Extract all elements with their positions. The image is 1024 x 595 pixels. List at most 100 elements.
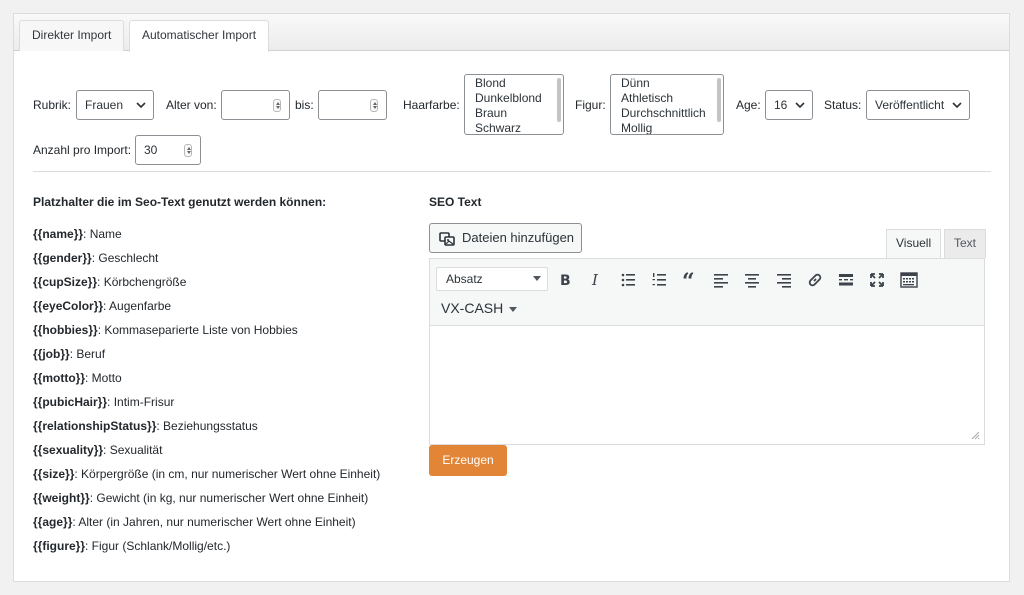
age-label: Age: [736,98,761,112]
import-panel: Direkter Import Automatischer Import Rub… [13,13,1010,582]
generate-button[interactable]: Erzeugen [429,445,507,476]
bis-input[interactable] [318,90,387,120]
rubrik-select[interactable]: Frauen [76,90,154,120]
placeholder-item: {{motto}}: Motto [33,371,122,385]
format-select[interactable]: Absatz [436,267,548,291]
resize-handle-icon[interactable] [971,431,980,440]
rubrik-value: Frauen [85,98,124,112]
placeholder-description: : Kommaseparierte Liste von Hobbies [97,323,298,337]
placeholder-description: : Geschlecht [91,251,159,265]
chevron-down-icon [136,102,146,109]
placeholder-description: : Augenfarbe [103,299,172,313]
add-media-label: Dateien hinzufügen [462,230,575,245]
add-media-button[interactable]: Dateien hinzufügen [429,223,582,253]
placeholder-key: {{figure}} [33,539,86,553]
placeholder-key: {{name}} [33,227,84,241]
rubrik-label: Rubrik: [33,98,72,112]
tab-visual[interactable]: Visuell [886,229,942,259]
tab-automatic-import[interactable]: Automatischer Import [129,20,270,52]
haarfarbe-option[interactable]: Braun [475,106,563,121]
anzahl-label: Anzahl pro Import: [33,143,132,157]
seo-title: SEO Text [429,195,482,209]
editor-toolbar: Absatz B I “ VX-CASH [430,259,984,326]
figur-option[interactable]: Mollig [621,121,723,134]
spinner-icon[interactable] [184,144,192,157]
blockquote-icon[interactable]: “ [680,270,700,290]
anzahl-input[interactable]: 30 [135,135,201,165]
figur-option[interactable]: Athletisch [621,91,723,106]
chevron-down-icon [952,102,962,109]
placeholder-description: : Motto [85,371,122,385]
alter-von-input[interactable] [221,90,290,120]
placeholder-description: : Figur (Schlank/Mollig/etc.) [85,539,231,553]
placeholder-key: {{size}} [33,467,75,481]
editor-content[interactable] [430,327,984,444]
align-center-icon[interactable] [742,270,762,290]
bis-label: bis: [295,98,314,112]
placeholder-key: {{relationshipStatus}} [33,419,157,433]
placeholder-item: {{name}}: Name [33,227,122,241]
tab-direct-import[interactable]: Direkter Import [19,20,125,51]
haarfarbe-option[interactable]: Blond [475,76,563,91]
placeholder-key: {{gender}} [33,251,92,265]
bold-icon[interactable]: B [555,270,575,290]
placeholder-key: {{weight}} [33,491,90,505]
seo-editor: Absatz B I “ VX-CASH [429,258,985,445]
svg-text:B: B [560,273,571,289]
scrollbar[interactable] [717,78,721,122]
placeholder-item: {{sexuality}}: Sexualität [33,443,162,457]
spinner-icon[interactable] [273,99,281,112]
vx-cash-menu[interactable]: VX-CASH [441,300,518,316]
age-select[interactable]: 16 [765,90,813,120]
scrollbar[interactable] [557,78,561,122]
tab-bar: Direkter Import Automatischer Import [14,14,1009,52]
age-value: 16 [774,98,788,112]
placeholder-item: {{job}}: Beruf [33,347,105,361]
placeholder-item: {{hobbies}}: Kommaseparierte Liste von H… [33,323,298,337]
align-left-icon[interactable] [711,270,731,290]
divider [33,171,991,172]
bullet-list-icon[interactable] [618,270,638,290]
align-right-icon[interactable] [774,270,794,290]
tab-text[interactable]: Text [944,229,987,258]
figur-option[interactable]: Durchschnittlich [621,106,723,121]
placeholder-description: : Name [83,227,122,241]
placeholder-description: : Intim-Frisur [107,395,175,409]
link-icon[interactable] [805,270,825,290]
placeholder-key: {{motto}} [33,371,86,385]
numbered-list-icon[interactable] [649,270,669,290]
placeholders-title: Platzhalter die im Seo-Text genutzt werd… [33,195,327,209]
haarfarbe-option[interactable]: Schwarz [475,121,563,134]
status-value: Veröffentlicht [875,98,945,112]
placeholder-item: {{pubicHair}}: Intim-Frisur [33,395,174,409]
vx-cash-label: VX-CASH [441,300,504,316]
placeholder-item: {{size}}: Körpergröße (in cm, nur numeri… [33,467,380,481]
fullscreen-icon[interactable] [867,270,887,290]
placeholder-key: {{hobbies}} [33,323,98,337]
status-select[interactable]: Veröffentlicht [866,90,970,120]
placeholder-description: : Gewicht (in kg, nur numerischer Wert o… [89,491,369,505]
haarfarbe-multiselect[interactable]: Blond Dunkelblond Braun Schwarz [464,74,564,135]
haarfarbe-label: Haarfarbe: [403,98,460,112]
placeholder-item: {{gender}}: Geschlecht [33,251,158,265]
placeholder-description: : Körbchengröße [97,275,187,289]
placeholder-key: {{job}} [33,347,70,361]
placeholder-item: {{age}}: Alter (in Jahren, nur numerisch… [33,515,356,529]
toolbar-toggle-icon[interactable] [899,270,919,290]
placeholder-item: {{weight}}: Gewicht (in kg, nur numerisc… [33,491,368,505]
spinner-icon[interactable] [370,99,378,112]
placeholder-item: {{cupSize}}: Körbchengröße [33,275,186,289]
haarfarbe-option[interactable]: Dunkelblond [475,91,563,106]
svg-text:“: “ [682,270,695,290]
italic-icon[interactable]: I [586,270,606,290]
placeholder-description: : Körpergröße (in cm, nur numerischer We… [74,467,381,481]
placeholder-item: {{figure}}: Figur (Schlank/Mollig/etc.) [33,539,230,553]
placeholder-description: : Alter (in Jahren, nur numerischer Wert… [72,515,356,529]
alter-von-label: Alter von: [166,98,217,112]
read-more-icon[interactable] [836,270,856,290]
figur-option[interactable]: Dünn [621,76,723,91]
format-select-value: Absatz [446,272,483,286]
placeholder-key: {{age}} [33,515,73,529]
placeholder-item: {{relationshipStatus}}: Beziehungsstatus [33,419,258,433]
figur-multiselect[interactable]: Dünn Athletisch Durchschnittlich Mollig [610,74,724,135]
